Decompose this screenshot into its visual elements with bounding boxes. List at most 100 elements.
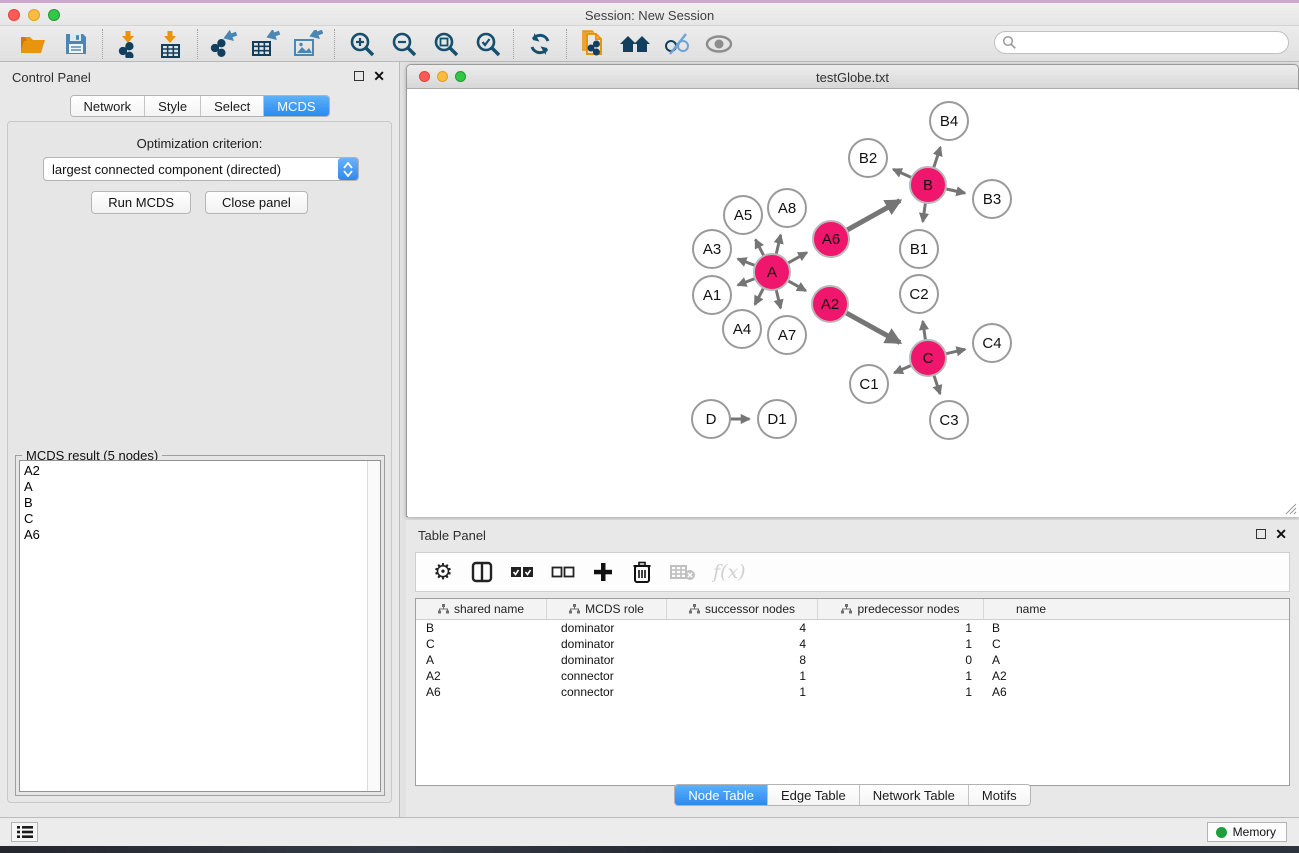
result-list-item[interactable]: A	[20, 479, 380, 495]
delete-row-icon[interactable]	[631, 559, 653, 585]
open-session-icon[interactable]	[18, 29, 50, 59]
export-network-icon[interactable]	[208, 29, 240, 59]
column-header-shared-name[interactable]: shared name	[416, 599, 547, 619]
zoom-fit-icon[interactable]	[429, 29, 461, 59]
tab-select[interactable]: Select	[201, 96, 264, 116]
home-icon[interactable]	[619, 29, 651, 59]
hide-glasses-icon[interactable]	[661, 29, 693, 59]
graph-node-B4[interactable]: B4	[930, 102, 968, 140]
network-from-file-icon[interactable]	[577, 29, 609, 59]
result-list-item[interactable]: A2	[20, 463, 380, 479]
graph-node-A5[interactable]: A5	[724, 196, 762, 234]
edge-A-A7[interactable]	[776, 289, 781, 309]
tab-style[interactable]: Style	[145, 96, 201, 116]
graph-node-C3[interactable]: C3	[930, 401, 968, 439]
table-row[interactable]: A2connector11A2	[416, 668, 1289, 684]
mcds-result-list[interactable]: A2ABCA6	[19, 460, 381, 792]
memory-button[interactable]: Memory	[1207, 822, 1287, 842]
resize-grip-icon[interactable]	[1284, 502, 1297, 515]
graph-node-A[interactable]: A	[754, 254, 790, 290]
optimization-criterion-dropdown[interactable]: largest connected component (directed)	[43, 157, 359, 181]
run-mcds-button[interactable]: Run MCDS	[91, 191, 191, 214]
zoom-in-icon[interactable]	[345, 29, 377, 59]
edge-A-A8[interactable]	[776, 235, 781, 256]
edge-B-B4[interactable]	[933, 147, 940, 169]
tab-mcds[interactable]: MCDS	[264, 96, 328, 116]
edge-A-A5[interactable]	[756, 240, 765, 257]
tab-network[interactable]: Network	[70, 96, 145, 116]
graph-node-B1[interactable]: B1	[900, 230, 938, 268]
edge-A2-C[interactable]	[845, 312, 900, 342]
select-all-icon[interactable]	[510, 559, 534, 585]
edge-B-B3[interactable]	[945, 189, 965, 194]
graph-node-A4[interactable]: A4	[723, 310, 761, 348]
edge-A-A3[interactable]	[738, 259, 756, 266]
graph-node-B[interactable]: B	[910, 167, 946, 203]
network-window-titlebar[interactable]: testGlobe.txt	[407, 65, 1298, 89]
graph-node-A2[interactable]: A2	[812, 286, 848, 322]
graph-node-B2[interactable]: B2	[849, 139, 887, 177]
deselect-all-icon[interactable]	[551, 559, 575, 585]
close-panel-icon[interactable]: ✕	[373, 69, 385, 83]
graph-node-C4[interactable]: C4	[973, 324, 1011, 362]
zoom-out-icon[interactable]	[387, 29, 419, 59]
result-list-item[interactable]: A6	[20, 527, 380, 543]
edge-B-B2[interactable]	[893, 169, 912, 178]
export-image-icon[interactable]	[292, 29, 324, 59]
graph-node-D[interactable]: D	[692, 400, 730, 438]
column-header-name[interactable]: name	[984, 599, 1078, 619]
close-panel-button[interactable]: Close panel	[205, 191, 308, 214]
graph-node-B3[interactable]: B3	[973, 180, 1011, 218]
column-header-MCDS-role[interactable]: MCDS role	[547, 599, 667, 619]
edge-C-C2[interactable]	[923, 321, 926, 341]
settings-gear-icon[interactable]: ⚙	[432, 559, 454, 585]
table-row[interactable]: Adominator80A	[416, 652, 1289, 668]
graph-node-A1[interactable]: A1	[693, 276, 731, 314]
edge-A-A1[interactable]	[738, 278, 756, 285]
float-panel-icon[interactable]	[354, 71, 364, 81]
zoom-selected-icon[interactable]	[471, 29, 503, 59]
tab-edge-table[interactable]: Edge Table	[768, 785, 860, 805]
result-list-item[interactable]: C	[20, 511, 380, 527]
tab-network-table[interactable]: Network Table	[860, 785, 969, 805]
edge-C-C1[interactable]	[894, 365, 912, 373]
edge-A6-B[interactable]	[846, 201, 900, 231]
close-table-panel-icon[interactable]: ✕	[1275, 527, 1287, 541]
search-box[interactable]	[994, 31, 1289, 54]
show-panels-button[interactable]	[11, 822, 38, 842]
graph-node-C[interactable]: C	[910, 340, 946, 376]
graph-node-A6[interactable]: A6	[813, 221, 849, 257]
float-table-panel-icon[interactable]	[1256, 529, 1266, 539]
edge-C-C4[interactable]	[945, 349, 966, 354]
table-row[interactable]: A6connector11A6	[416, 684, 1289, 700]
tab-node-table[interactable]: Node Table	[675, 785, 768, 805]
table-row[interactable]: Bdominator41B	[416, 620, 1289, 636]
edge-A-A4[interactable]	[755, 287, 764, 305]
edge-A-A6[interactable]	[787, 253, 807, 264]
add-row-icon[interactable]	[592, 559, 614, 585]
save-session-icon[interactable]	[60, 29, 92, 59]
tab-motifs[interactable]: Motifs	[969, 785, 1030, 805]
import-network-icon[interactable]	[113, 29, 145, 59]
column-header-successor-nodes[interactable]: successor nodes	[667, 599, 818, 619]
edge-B-B1[interactable]	[923, 202, 926, 222]
network-canvas[interactable]: B4B2BB3A5A8A6A3B1AA1C2A2A4A7C4CC1C3DD1	[408, 90, 1299, 517]
edge-A-A2[interactable]	[787, 280, 806, 291]
table-row[interactable]: Cdominator41C	[416, 636, 1289, 652]
edge-C-C3[interactable]	[934, 374, 941, 394]
show-eye-icon[interactable]	[703, 29, 735, 59]
graph-node-D1[interactable]: D1	[758, 400, 796, 438]
graph-node-A3[interactable]: A3	[693, 230, 731, 268]
result-list-item[interactable]: B	[20, 495, 380, 511]
import-table-icon[interactable]	[155, 29, 187, 59]
refresh-icon[interactable]	[524, 29, 556, 59]
graph-node-C2[interactable]: C2	[900, 275, 938, 313]
column-header-predecessor-nodes[interactable]: predecessor nodes	[818, 599, 984, 619]
export-table-icon[interactable]	[250, 29, 282, 59]
result-scrollbar[interactable]	[367, 461, 380, 791]
graph-node-C1[interactable]: C1	[850, 365, 888, 403]
columns-icon[interactable]	[471, 559, 493, 585]
search-input[interactable]	[1017, 34, 1288, 52]
node-table[interactable]: shared nameMCDS rolesuccessor nodesprede…	[415, 598, 1290, 786]
graph-node-A8[interactable]: A8	[768, 189, 806, 227]
